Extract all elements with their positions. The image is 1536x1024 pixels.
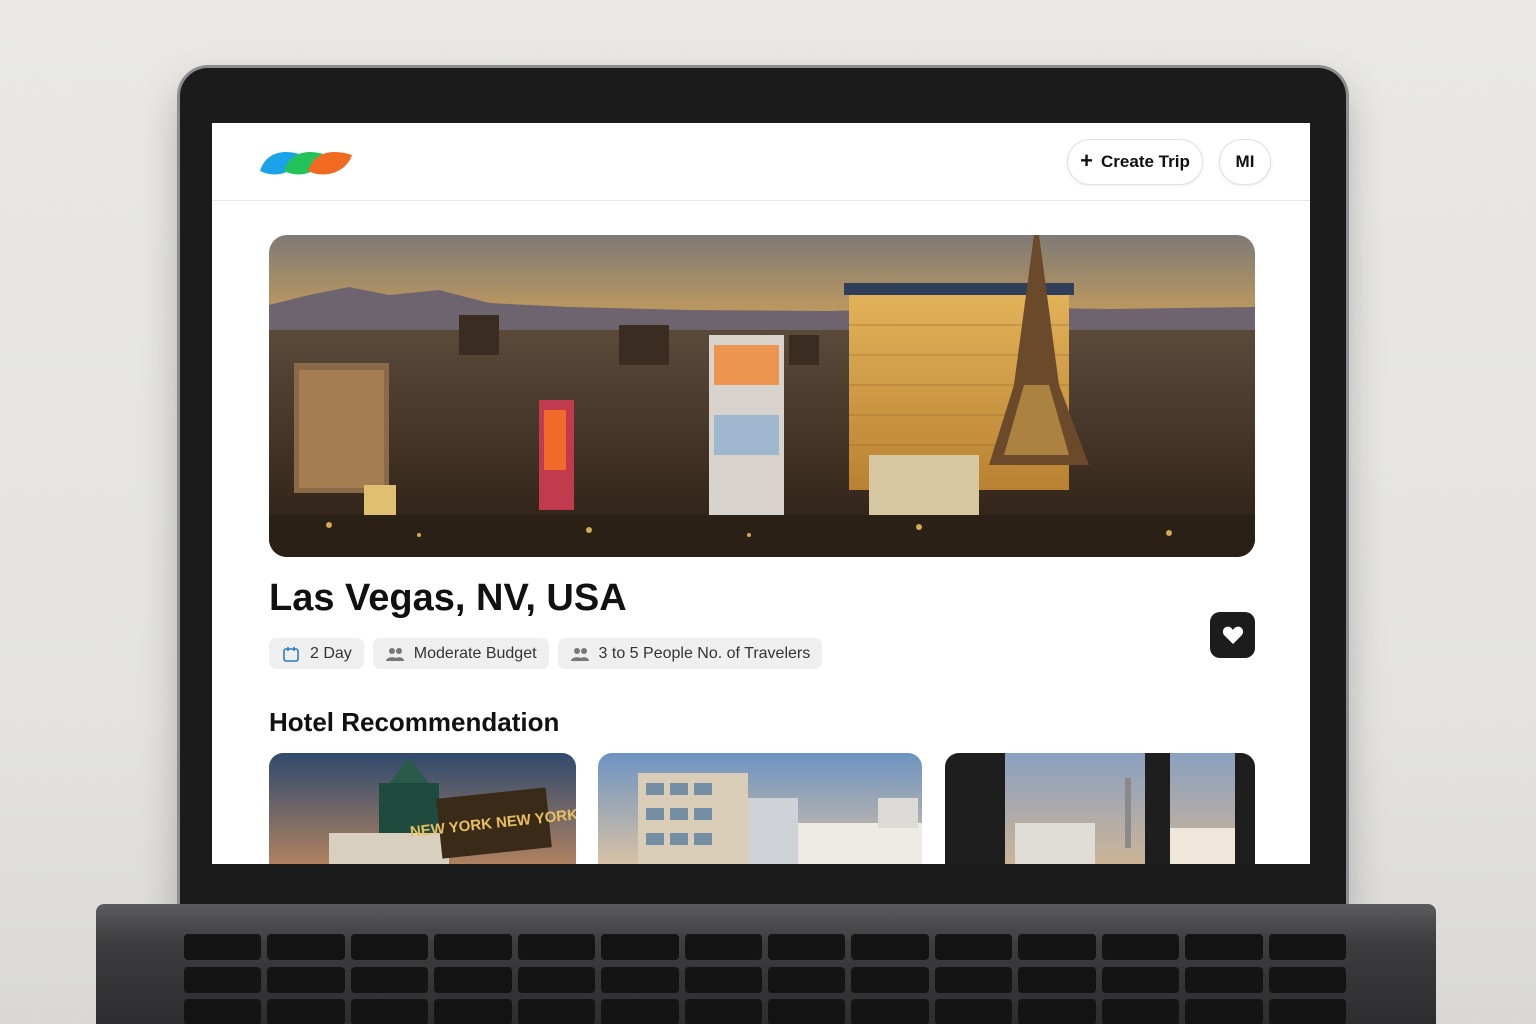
keyboard-key <box>768 934 846 960</box>
trip-duration-label: 2 Day <box>310 644 352 662</box>
keyboard-key <box>1268 966 1346 993</box>
people-icon <box>570 647 589 661</box>
destination-title: Las Vegas, NV, USA <box>269 577 627 619</box>
keyboard-key <box>184 999 262 1024</box>
keyboard-key <box>1018 966 1096 993</box>
keyboard <box>180 930 1350 1024</box>
keyboard-key <box>934 934 1013 960</box>
hotel-card[interactable] <box>945 753 1255 864</box>
keyboard-key <box>934 966 1013 993</box>
keyboard-key <box>601 934 679 960</box>
heart-icon <box>1222 626 1243 644</box>
trip-duration-chip: 2 Day <box>269 638 364 669</box>
keyboard-key <box>267 966 345 993</box>
keyboard-key <box>434 999 512 1024</box>
keyboard-key <box>1101 999 1180 1024</box>
keyboard-key <box>184 934 262 960</box>
keyboard-key <box>350 966 429 993</box>
keyboard-key <box>1018 999 1096 1024</box>
keyboard-key <box>601 966 679 993</box>
trip-info-chips: 2 Day Moderate Budget 3 to 5 People No. … <box>269 638 823 669</box>
app-screen: + Create Trip MI Las Vegas, NV, USA 2 Da… <box>212 123 1310 864</box>
keyboard-key <box>851 999 929 1024</box>
tri-leaf-logo[interactable] <box>256 145 356 181</box>
keyboard-key <box>517 966 596 993</box>
keyboard-key <box>934 999 1013 1024</box>
create-trip-button[interactable]: + Create Trip <box>1067 139 1203 185</box>
keyboard-key <box>434 966 512 993</box>
top-navbar: + Create Trip MI <box>212 123 1310 201</box>
keyboard-key <box>1268 934 1346 960</box>
hotel-card[interactable]: NEW YORK NEW YORK <box>269 753 576 864</box>
keyboard-key <box>1185 999 1263 1024</box>
trip-budget-chip: Moderate Budget <box>372 638 549 669</box>
keyboard-key <box>267 934 345 960</box>
keyboard-key <box>1101 934 1180 960</box>
keyboard-key <box>1185 934 1263 960</box>
keyboard-key <box>684 999 762 1024</box>
keyboard-key <box>350 934 429 960</box>
destination-hero-image <box>269 235 1255 557</box>
keyboard-key <box>1185 966 1263 993</box>
keyboard-key <box>1268 999 1346 1024</box>
keyboard-key <box>517 934 596 960</box>
keyboard-key <box>768 999 846 1024</box>
keyboard-key <box>601 999 679 1024</box>
favorite-button[interactable] <box>1210 612 1255 658</box>
keyboard-key <box>350 999 429 1024</box>
calendar-icon <box>283 646 299 662</box>
trip-travelers-chip: 3 to 5 People No. of Travelers <box>557 638 823 669</box>
keyboard-key <box>267 999 345 1024</box>
keyboard-key <box>1018 934 1096 960</box>
avatar[interactable]: MI <box>1219 139 1271 185</box>
people-icon <box>385 647 404 661</box>
keyboard-key <box>1101 966 1180 993</box>
keyboard-key <box>434 934 512 960</box>
keyboard-key <box>851 966 929 993</box>
trip-budget-label: Moderate Budget <box>413 644 537 662</box>
keyboard-key <box>184 966 262 993</box>
create-trip-label: Create Trip <box>1101 152 1190 171</box>
trip-travelers-label: 3 to 5 People No. of Travelers <box>598 644 811 662</box>
keyboard-key <box>684 934 762 960</box>
keyboard-key <box>768 966 846 993</box>
plus-icon: + <box>1080 148 1094 173</box>
keyboard-key <box>684 966 762 993</box>
hotel-card[interactable] <box>598 753 922 864</box>
keyboard-key <box>517 999 596 1024</box>
hotel-section-title: Hotel Recommendation <box>269 707 560 737</box>
keyboard-key <box>851 934 929 960</box>
